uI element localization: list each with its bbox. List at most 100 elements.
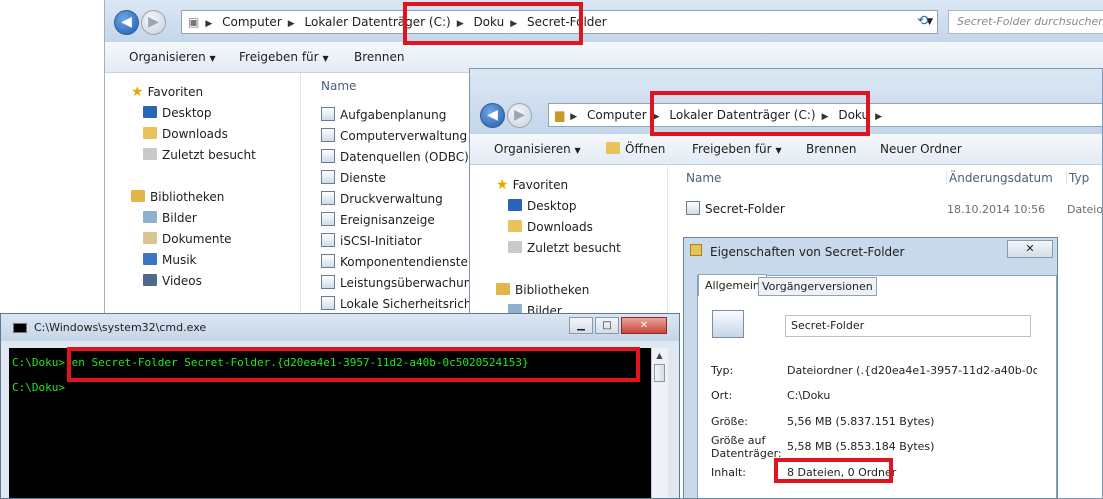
address-bar[interactable]: ▆ ▶ Computer ▶ Lokaler Datenträger (C:) ▶ D… bbox=[548, 103, 1102, 127]
contents-label: Inhalt: bbox=[711, 466, 747, 479]
cmd-console[interactable] bbox=[9, 348, 651, 498]
nav-desktop[interactable]: Desktop bbox=[508, 199, 577, 213]
row-date: 18.10.2014 10:56 bbox=[947, 203, 1046, 216]
tool-icon bbox=[321, 212, 335, 226]
contents-value: 8 Dateien, 0 Ordner bbox=[787, 466, 897, 479]
size-on-disk-value: 5,58 MB (5.853.184 Bytes) bbox=[787, 440, 935, 453]
close-button[interactable]: ✕ bbox=[621, 317, 667, 334]
cmd-icon bbox=[13, 323, 27, 333]
burn-button[interactable]: Brennen bbox=[806, 142, 856, 156]
maximize-button[interactable]: □ bbox=[595, 317, 619, 334]
new-folder-button[interactable]: Neuer Ordner bbox=[880, 142, 962, 156]
crumb-computer[interactable]: Computer bbox=[222, 15, 282, 29]
location-label: Ort: bbox=[711, 389, 733, 402]
file-item[interactable]: Dienste bbox=[321, 170, 386, 185]
type-label: Typ: bbox=[711, 364, 734, 377]
open-button[interactable]: Öffnen bbox=[606, 142, 665, 156]
file-item[interactable]: Datenquellen (ODBC) bbox=[321, 149, 469, 164]
column-name[interactable]: Name bbox=[321, 79, 356, 93]
organize-button[interactable]: Organisieren ▼ bbox=[129, 50, 216, 64]
nav-libraries[interactable]: Bibliotheken bbox=[496, 283, 589, 297]
toolbar: Organisieren ▼ Öffnen Freigeben für ▼ Br… bbox=[470, 134, 1102, 165]
back-button[interactable]: ◀ bbox=[114, 10, 139, 35]
file-item[interactable]: Computerverwaltung bbox=[321, 128, 467, 143]
tool-icon bbox=[321, 170, 335, 184]
crumb-computer[interactable]: Computer bbox=[587, 108, 647, 122]
nav-recent[interactable]: Zuletzt besucht bbox=[143, 148, 256, 162]
nav-favorites[interactable]: ★ Favoriten bbox=[496, 177, 568, 193]
file-item[interactable]: Komponentendienste bbox=[321, 254, 468, 269]
scroll-thumb[interactable] bbox=[654, 364, 665, 382]
nav-desktop[interactable]: Desktop bbox=[143, 106, 212, 120]
name-field[interactable]: Secret-Folder bbox=[785, 315, 1031, 337]
tab-previous-versions[interactable]: Vorgängerversionen bbox=[758, 277, 877, 296]
cmd-title: C:\Windows\system32\cmd.exe bbox=[34, 321, 207, 334]
location-value: C:\Doku bbox=[787, 389, 831, 402]
pictures-icon bbox=[143, 211, 157, 223]
file-item[interactable]: Ereignisanzeige bbox=[321, 212, 435, 227]
nav-recent[interactable]: Zuletzt besucht bbox=[508, 241, 621, 255]
share-button[interactable]: Freigeben für ▼ bbox=[239, 50, 329, 64]
nav-libraries[interactable]: Bibliotheken bbox=[131, 190, 224, 204]
file-item[interactable]: Aufgabenplanung bbox=[321, 107, 446, 122]
crumb-drive[interactable]: Lokaler Datenträger (C:) bbox=[669, 108, 815, 122]
tool-icon bbox=[321, 254, 335, 268]
crumb-doku[interactable]: Doku bbox=[838, 108, 869, 122]
file-item[interactable]: Lokale Sicherheitsrichtlin bbox=[321, 296, 490, 311]
close-button[interactable]: ✕ bbox=[1007, 240, 1053, 258]
address-bar[interactable]: ▣ ▶ Computer ▶ Lokaler Datenträger (C:) ▶ D… bbox=[181, 10, 938, 34]
minimize-button[interactable]: ▁ bbox=[569, 317, 593, 334]
refresh-icon[interactable]: ⟲ bbox=[917, 13, 929, 29]
column-type[interactable]: Typ bbox=[1066, 171, 1089, 185]
crumb-secret-folder[interactable]: Secret-Folder bbox=[527, 15, 607, 29]
forward-button[interactable]: ▶ bbox=[507, 103, 532, 128]
open-folder-icon bbox=[606, 142, 620, 154]
music-icon bbox=[143, 253, 157, 265]
recent-icon bbox=[508, 241, 522, 253]
nav-music[interactable]: Musik bbox=[143, 253, 197, 267]
file-item[interactable]: iSCSI-Initiator bbox=[321, 233, 422, 248]
cmd-line-1: C:\Doku>ren Secret-Folder Secret-Folder.… bbox=[12, 356, 529, 369]
desktop-icon bbox=[508, 199, 522, 211]
nav-favorites[interactable]: ★ Favoriten bbox=[131, 84, 203, 100]
folder-icon: ▆ bbox=[555, 108, 565, 122]
search-input[interactable]: Secret-Folder durchsuchen bbox=[948, 10, 1103, 34]
recent-icon bbox=[143, 148, 157, 160]
nav-downloads[interactable]: Downloads bbox=[508, 220, 593, 234]
documents-icon bbox=[143, 232, 157, 244]
burn-button[interactable]: Brennen bbox=[354, 50, 404, 64]
nav-pictures[interactable]: Bilder bbox=[143, 211, 197, 225]
type-value: Dateiordner (.{d20ea4e1-3957-11d2-a40b-0… bbox=[787, 364, 1037, 377]
tab-general[interactable]: Allgemein bbox=[698, 274, 767, 296]
size-on-disk-label-2: Datenträger: bbox=[711, 447, 782, 460]
nav-documents[interactable]: Dokumente bbox=[143, 232, 232, 246]
tool-icon bbox=[321, 275, 335, 289]
file-item[interactable]: Druckverwaltung bbox=[321, 191, 443, 206]
size-value: 5,56 MB (5.837.151 Bytes) bbox=[787, 415, 935, 428]
crumb-drive[interactable]: Lokaler Datenträger (C:) bbox=[305, 15, 451, 29]
crumb-doku[interactable]: Doku bbox=[473, 15, 504, 29]
control-panel-folder-icon bbox=[712, 310, 744, 338]
tool-icon bbox=[321, 233, 335, 247]
folder-icon bbox=[690, 244, 702, 256]
tool-icon bbox=[321, 191, 335, 205]
tool-icon bbox=[321, 149, 335, 163]
file-item[interactable]: Leistungsüberwachung bbox=[321, 275, 479, 290]
scrollbar[interactable]: ▲ bbox=[651, 348, 668, 498]
folder-row[interactable]: Secret-Folder bbox=[686, 201, 785, 216]
column-date[interactable]: Änderungsdatum bbox=[946, 171, 1053, 185]
tool-icon bbox=[321, 296, 335, 310]
desktop-icon bbox=[143, 106, 157, 118]
size-on-disk-label: Größe auf bbox=[711, 434, 766, 447]
nav-downloads[interactable]: Downloads bbox=[143, 127, 228, 141]
column-name[interactable]: Name bbox=[686, 171, 721, 185]
library-icon bbox=[496, 283, 510, 295]
tool-icon bbox=[321, 128, 335, 142]
organize-button[interactable]: Organisieren ▼ bbox=[494, 142, 581, 156]
control-panel-folder-icon bbox=[686, 201, 700, 215]
back-button[interactable]: ◀ bbox=[480, 103, 505, 128]
forward-button[interactable]: ▶ bbox=[141, 10, 166, 35]
share-button[interactable]: Freigeben für ▼ bbox=[692, 142, 782, 156]
nav-videos[interactable]: Videos bbox=[143, 274, 202, 288]
scroll-up-icon[interactable]: ▲ bbox=[652, 348, 667, 363]
